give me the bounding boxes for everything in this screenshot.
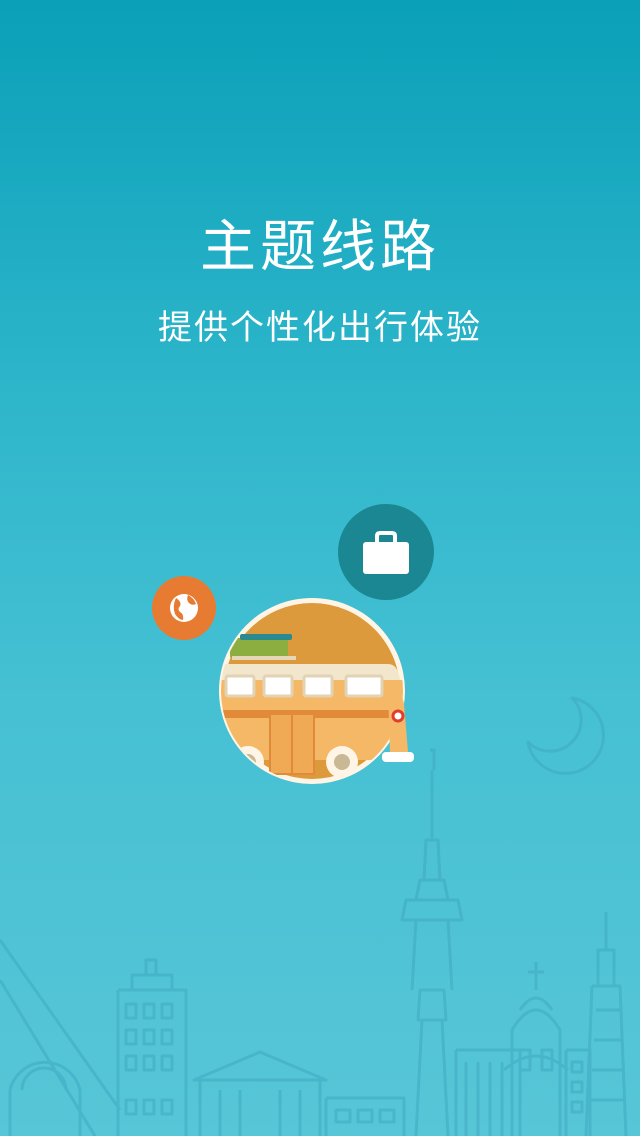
briefcase-icon: [363, 531, 409, 574]
page-title: 主题线路: [200, 215, 440, 280]
crescent-moon-icon: [526, 696, 605, 775]
globe-bubble: [152, 576, 216, 640]
briefcase-bubble: [338, 504, 434, 600]
bus-illustration: [218, 594, 418, 794]
onboarding-screen[interactable]: 主题线路 提供个性化出行体验: [0, 0, 640, 1136]
globe-icon: [170, 594, 198, 622]
page-subtitle: 提供个性化出行体验: [158, 308, 482, 348]
